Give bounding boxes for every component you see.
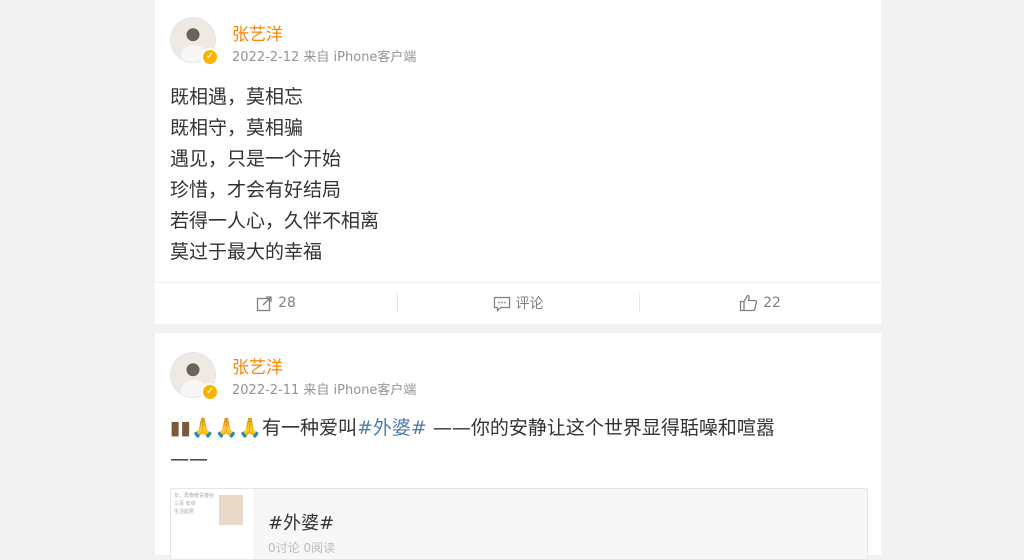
topic-title: #外婆# xyxy=(268,513,335,534)
avatar[interactable]: ✓ xyxy=(170,17,219,66)
like-count: 22 xyxy=(763,295,781,311)
pray-icon: 🙏 xyxy=(238,417,262,439)
verified-badge-icon: ✓ xyxy=(201,48,219,66)
candle-icon: ▮ xyxy=(180,417,191,439)
post-text-segment: —— xyxy=(170,448,208,470)
repost-button[interactable]: 28 xyxy=(155,283,397,323)
comment-icon xyxy=(493,296,510,312)
post-line: 遇见，只是一个开始 xyxy=(170,148,342,170)
like-icon xyxy=(739,294,758,312)
post-meta: 2022-2-11 来自 iPhone客户端 xyxy=(232,383,417,398)
post-meta: 2022-2-12 来自 iPhone客户端 xyxy=(232,50,417,65)
post-text: 既相遇，莫相忘 既相守，莫相骗 遇见，只是一个开始 珍惜，才会有好结局 若得一人… xyxy=(170,82,860,268)
hashtag-link[interactable]: #外婆# xyxy=(357,417,427,439)
pray-icon: 🙏 xyxy=(190,417,215,439)
comment-button[interactable]: 评论 xyxy=(397,283,639,323)
post-line: 既相遇，莫相忘 xyxy=(170,86,304,108)
post-line: 珍惜，才会有好结局 xyxy=(170,179,342,201)
post-card: ✓ 张艺洋 2022-2-11 来自 iPhone客户端 ▮▮🙏🙏🙏有一种爱叫#… xyxy=(155,333,881,560)
action-bar: 28 评论 22 xyxy=(155,283,881,323)
repost-count: 28 xyxy=(278,295,296,311)
post-text: ▮▮🙏🙏🙏有一种爱叫#外婆# ——你的安静让这个世界显得聒噪和喧嚣 —— xyxy=(170,413,860,475)
topic-stats: 0讨论 0阅读 xyxy=(268,541,336,555)
verified-badge-icon: ✓ xyxy=(201,383,219,401)
post-line: 既相守，莫相骗 xyxy=(170,117,304,139)
post-line: 若得一人心，久伴不相离 xyxy=(170,210,380,232)
feed: ✓ 张艺洋 2022-2-12 来自 iPhone客户端 既相遇，莫相忘 既相守… xyxy=(155,0,881,560)
topic-thumbnail: 友，再春暖青春给 三百 安卓 生活起居 xyxy=(171,489,255,559)
post-card: ✓ 张艺洋 2022-2-12 来自 iPhone客户端 既相遇，莫相忘 既相守… xyxy=(155,0,881,324)
topic-card[interactable]: 友，再春暖青春给 三百 安卓 生活起居 #外婆# 0讨论 0阅读 xyxy=(170,488,868,560)
author-name[interactable]: 张艺洋 xyxy=(232,353,283,378)
pray-icon: 🙏 xyxy=(214,417,239,439)
like-button[interactable]: 22 xyxy=(639,283,881,323)
post-text-segment: ——你的安静让这个世界显得聒噪和喧嚣 xyxy=(426,417,775,439)
avatar[interactable]: ✓ xyxy=(170,352,219,401)
post-text-segment: 有一种爱叫 xyxy=(261,417,357,439)
post-line: 莫过于最大的幸福 xyxy=(170,241,323,263)
comment-label: 评论 xyxy=(515,296,544,312)
candle-icon: ▮ xyxy=(170,417,181,439)
repost-icon xyxy=(256,295,272,311)
author-name[interactable]: 张艺洋 xyxy=(232,20,283,45)
